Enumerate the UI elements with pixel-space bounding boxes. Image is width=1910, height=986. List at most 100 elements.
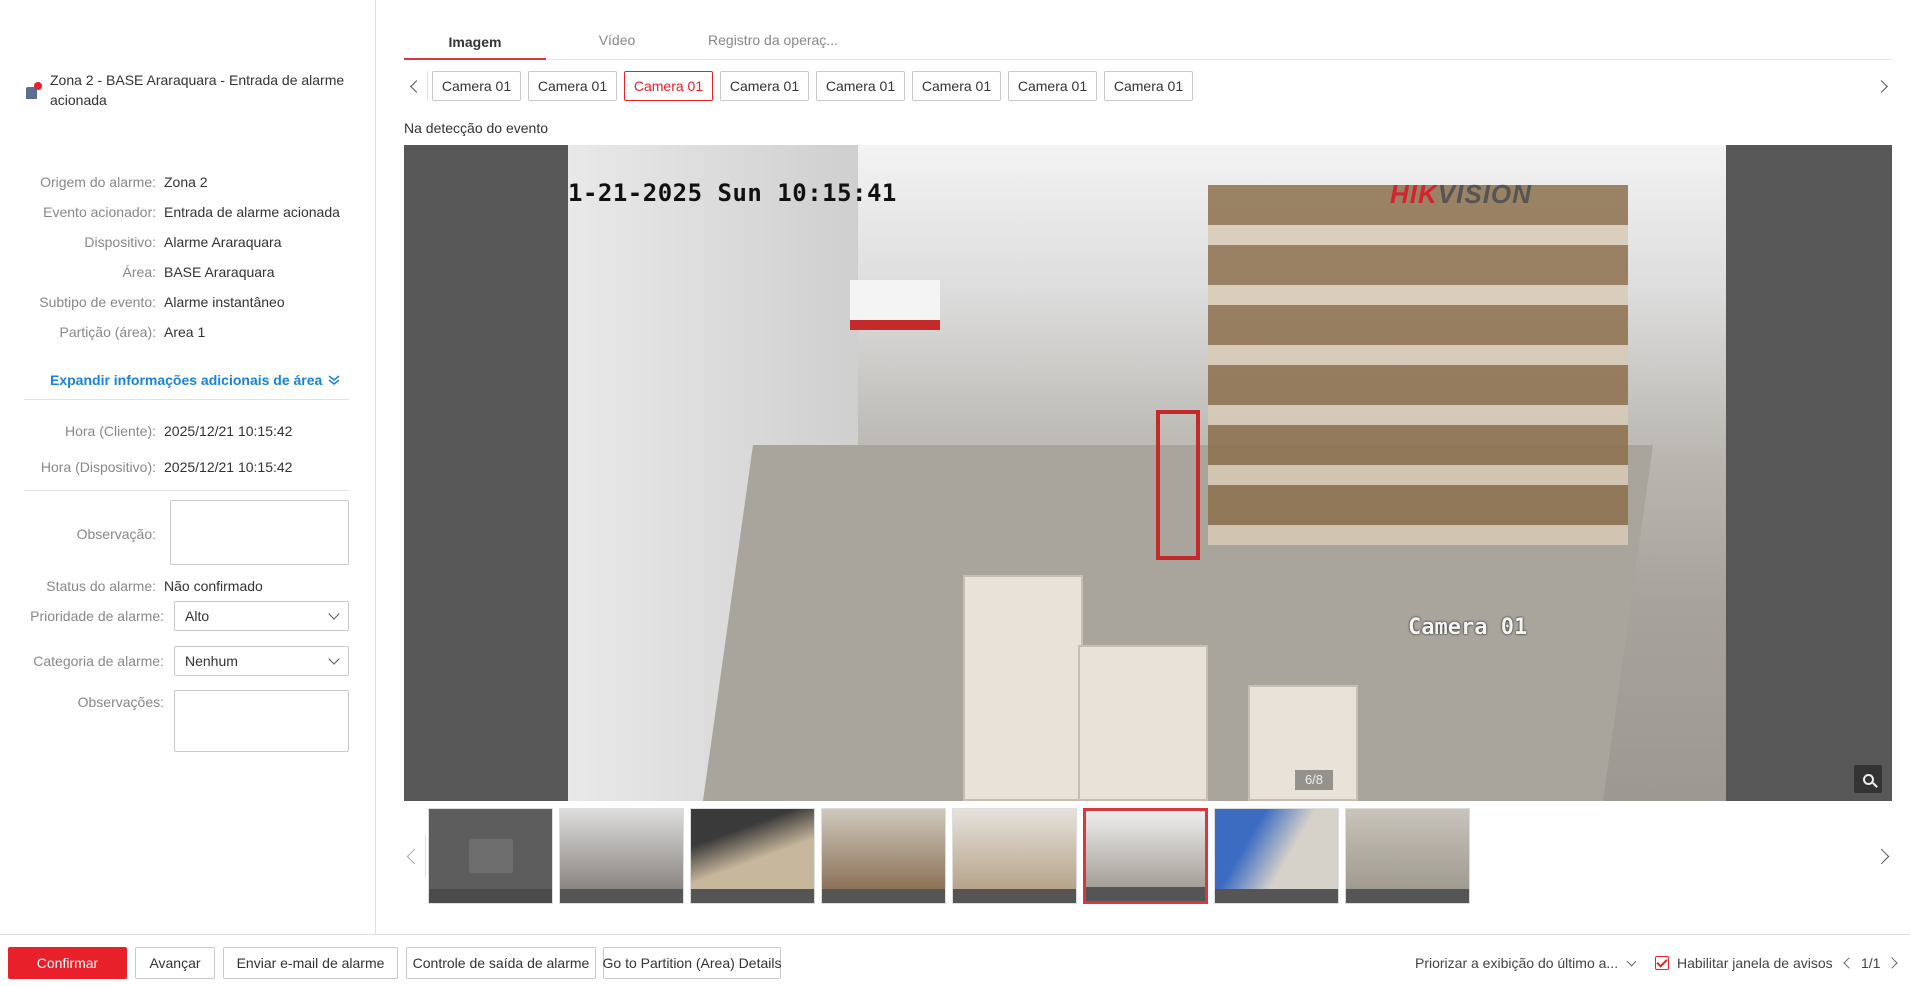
media-tabs: Imagem Vídeo Registro da operaç... [404, 26, 1892, 60]
brand-part-b: VISION [1437, 179, 1532, 209]
priority-value: Alto [185, 608, 210, 624]
info-value: BASE Araraquara [164, 264, 275, 280]
pagination: 1/1 [1843, 947, 1899, 979]
thumbnail[interactable] [821, 808, 946, 904]
info-label: Subtipo de evento: [39, 294, 156, 310]
info-row-device-time: Hora (Dispositivo): 2025/12/21 10:15:42 [0, 449, 376, 485]
camera-list: Camera 01 Camera 01 Camera 01 Camera 01 … [432, 71, 1193, 101]
info-label: Evento acionador: [43, 204, 156, 220]
info-row-subtype: Subtipo de evento: Alarme instantâneo [0, 287, 376, 317]
pickup-truck [850, 280, 940, 330]
thumbnail-list [428, 808, 1470, 904]
camera-button[interactable]: Camera 01 [528, 71, 617, 101]
priority-label: Prioridade de alarme: [30, 608, 164, 624]
category-select[interactable]: Nenhum [174, 646, 349, 676]
brand-part-a: HIK [1390, 179, 1438, 209]
info-value: Zona 2 [164, 174, 208, 190]
image-placeholder-icon [469, 839, 513, 873]
priority-display-label: Priorizar a exibição do último a... [1415, 955, 1619, 971]
confirm-button[interactable]: Confirmar [8, 947, 127, 979]
image-viewer: 1-21-2025 Sun 10:15:41 HIKVISION Camera … [404, 145, 1892, 801]
alarm-info-list: Origem do alarme: Zona 2 Evento acionado… [0, 167, 376, 347]
priority-display-dropdown[interactable]: Priorizar a exibição do último a... [1415, 947, 1637, 979]
alarm-details-panel: Zona 2 - BASE Araraquara - Entrada de al… [0, 0, 376, 934]
partition-details-button[interactable]: Go to Partition (Area) Details [603, 947, 781, 979]
status-label: Status do alarme: [46, 578, 156, 594]
info-label: Dispositivo: [84, 234, 156, 250]
tab-video[interactable]: Vídeo [546, 26, 688, 59]
camera-selector: Camera 01 Camera 01 Camera 01 Camera 01 … [404, 71, 1892, 101]
checkbox-checked-icon[interactable] [1655, 956, 1669, 970]
remarks-textarea[interactable] [174, 690, 349, 752]
info-row-client-time: Hora (Cliente): 2025/12/21 10:15:42 [0, 413, 376, 449]
expand-label: Expandir informações adicionais de área [50, 372, 323, 388]
camera-prev-arrow[interactable] [406, 71, 428, 101]
thumbnail-prev-arrow[interactable] [404, 834, 426, 878]
thumbnail[interactable] [559, 808, 684, 904]
time-info-list: Hora (Cliente): 2025/12/21 10:15:42 Hora… [0, 413, 376, 485]
remarks-label: Observações: [77, 694, 164, 710]
camera-button[interactable]: Camera 01 [912, 71, 1001, 101]
camera-next-arrow[interactable] [1870, 71, 1892, 101]
thumbnail[interactable] [690, 808, 815, 904]
info-label: Hora (Cliente): [64, 423, 156, 439]
info-value: Area 1 [164, 324, 206, 340]
info-value: Alarme Araraquara [164, 234, 282, 250]
thumbnail[interactable] [1345, 808, 1470, 904]
chevron-down-icon [1626, 956, 1637, 966]
osd-camera-name: Camera 01 [1408, 615, 1528, 640]
camera-button-active[interactable]: Camera 01 [624, 71, 713, 101]
osd-timestamp: 1-21-2025 Sun 10:15:41 [568, 179, 897, 207]
camera-button[interactable]: Camera 01 [432, 71, 521, 101]
thumbnail-placeholder[interactable] [428, 808, 553, 904]
info-row-trigger: Evento acionador: Entrada de alarme acio… [0, 197, 376, 227]
category-label: Categoria de alarme: [33, 653, 164, 669]
thumbnail-strip [404, 808, 1892, 904]
priority-select[interactable]: Alto [174, 601, 349, 631]
alarm-device-icon [24, 82, 42, 100]
camera-button[interactable]: Camera 01 [1104, 71, 1193, 101]
expand-area-info-link[interactable]: Expandir informações adicionais de área [50, 372, 340, 388]
info-value: Alarme instantâneo [164, 294, 285, 310]
chevron-left-icon [406, 848, 423, 864]
zoom-in-button[interactable] [1854, 765, 1882, 793]
divider [24, 490, 349, 491]
detection-label: Na detecção do evento [404, 120, 548, 136]
thumbnail[interactable] [952, 808, 1077, 904]
chevron-left-icon [410, 79, 423, 93]
next-button[interactable]: Avançar [135, 947, 215, 979]
page-indicator: 1/1 [1861, 955, 1881, 971]
info-value: 2025/12/21 10:15:42 [164, 423, 293, 439]
chevron-right-icon [1874, 79, 1888, 93]
thumbnail-next-arrow[interactable] [1870, 834, 1892, 878]
status-row: Status do alarme: Não confirmado [0, 571, 376, 601]
info-label: Área: [122, 264, 156, 280]
chevron-down-icon [328, 653, 340, 665]
thumbnail[interactable] [1214, 808, 1339, 904]
info-label: Origem do alarme: [40, 174, 156, 190]
next-page-icon[interactable] [1886, 957, 1899, 969]
camera-button[interactable]: Camera 01 [720, 71, 809, 101]
double-chevron-down-icon [328, 375, 340, 385]
info-label: Hora (Dispositivo): [40, 459, 156, 475]
camera-button[interactable]: Camera 01 [816, 71, 905, 101]
wrapped-pallet [1078, 645, 1208, 801]
camera-snapshot: 1-21-2025 Sun 10:15:41 HIKVISION Camera … [568, 145, 1726, 801]
event-title: Zona 2 - BASE Araraquara - Entrada de al… [50, 72, 345, 108]
category-value: Nenhum [185, 653, 238, 669]
observation-textarea[interactable] [170, 500, 349, 565]
thumbnail-active[interactable] [1083, 808, 1208, 904]
pallet-jack [1156, 410, 1200, 560]
tab-operation-log[interactable]: Registro da operaç... [688, 26, 858, 59]
camera-button[interactable]: Camera 01 [1008, 71, 1097, 101]
event-header: Zona 2 - BASE Araraquara - Entrada de al… [24, 70, 354, 110]
warehouse-shelves [1208, 185, 1628, 545]
alarm-output-button[interactable]: Controle de saída de alarme [406, 947, 596, 979]
enable-popup-toggle[interactable]: Habilitar janela de avisos [1655, 947, 1833, 979]
prev-page-icon[interactable] [1843, 957, 1855, 969]
send-email-button[interactable]: Enviar e-mail de alarme [223, 947, 398, 979]
tab-image[interactable]: Imagem [404, 26, 546, 60]
info-label: Partição (área): [59, 324, 156, 340]
enable-popup-label: Habilitar janela de avisos [1677, 955, 1833, 971]
info-value: Entrada de alarme acionada [164, 204, 340, 220]
